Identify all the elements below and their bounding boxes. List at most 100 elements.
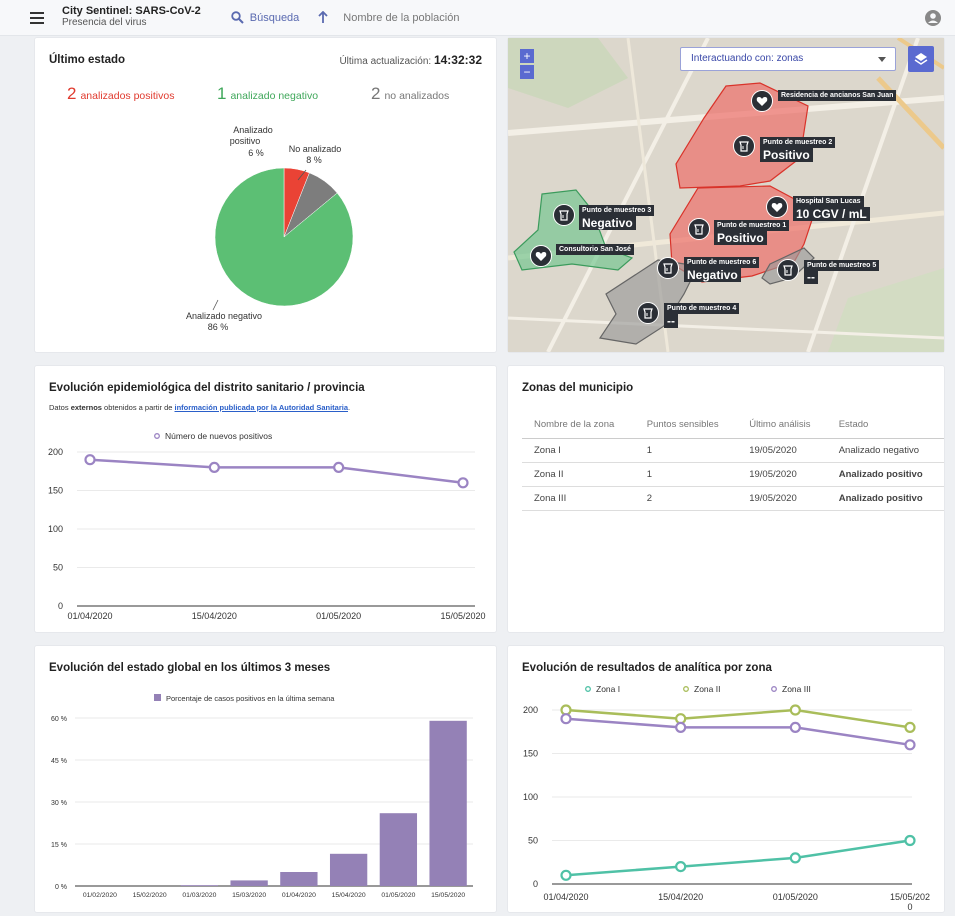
zoom-out-button[interactable]: − bbox=[520, 65, 534, 79]
arrow-up-icon bbox=[318, 11, 328, 23]
col-header-status[interactable]: Estado bbox=[826, 412, 944, 439]
sampling-marker-2[interactable] bbox=[733, 135, 755, 157]
map-card: + − Interactuando con: zonas Residencia … bbox=[508, 38, 944, 352]
bar bbox=[429, 720, 467, 886]
data-point bbox=[789, 721, 801, 734]
epi-line-chart: 0 50 100 150 200 01/04/2020 15/04/2020 01/05/20… bbox=[48, 431, 486, 621]
heart-marker-residencia[interactable] bbox=[751, 90, 773, 112]
x-tick-label: 01/05/2020 bbox=[381, 892, 415, 899]
zone-status: Analizado positivo bbox=[826, 486, 944, 511]
pie-label-positive-1: Analizado bbox=[233, 125, 273, 135]
global-bar-chart: 0 % 15 % 30 % 45 % 60 % 01/02/2020 15/02/2020 0… bbox=[51, 694, 473, 899]
population-selector[interactable]: Nombre de la población bbox=[317, 11, 459, 24]
menu-icon[interactable] bbox=[30, 7, 52, 29]
zones-table: Nombre de la zona Puntos sensibles Últim… bbox=[522, 412, 944, 511]
zone-results-card: Evolución de resultados de analítica por… bbox=[508, 646, 944, 912]
zone-date: 19/05/2020 bbox=[737, 486, 827, 511]
layers-icon bbox=[914, 53, 928, 65]
zones-card: Zonas del municipio Nombre de la zona Pu… bbox=[508, 366, 944, 632]
x-tick-label: 0 bbox=[907, 902, 912, 912]
status-card: Último estado Última actualización: 14:3… bbox=[35, 38, 496, 352]
y-tick-label: 60 % bbox=[51, 716, 67, 723]
app-title-block: City Sentinel: SARS-CoV-2 Presencia del … bbox=[62, 6, 201, 28]
pie-label-positive-2: positivo bbox=[230, 136, 261, 146]
sampling-marker-5[interactable] bbox=[777, 259, 799, 281]
x-tick-label: 01/05/2020 bbox=[316, 611, 361, 621]
data-point bbox=[675, 721, 687, 734]
col-header-zone-name[interactable]: Nombre de la zona bbox=[522, 412, 635, 439]
sampling-marker-4[interactable] bbox=[637, 302, 659, 324]
marker-value: Positivo bbox=[760, 148, 813, 162]
y-tick-label: 100 bbox=[523, 792, 538, 802]
sample-icon bbox=[559, 209, 569, 221]
x-tick-label: 01/02/2020 bbox=[83, 892, 117, 899]
legend-label: Zona II bbox=[694, 684, 720, 694]
x-tick-label: 15/05/2020 bbox=[440, 611, 485, 621]
zone-points: 2 bbox=[634, 486, 738, 511]
y-tick-label: 15 % bbox=[51, 842, 67, 849]
sample-icon bbox=[739, 140, 749, 152]
zone-date: 19/05/2020 bbox=[737, 438, 827, 463]
interaction-select[interactable]: Interactuando con: zonas bbox=[680, 47, 896, 71]
col-header-sensitive-points[interactable]: Puntos sensibles bbox=[634, 412, 738, 439]
x-tick-label: 01/05/2020 bbox=[773, 892, 818, 902]
sampling-marker-3[interactable] bbox=[553, 204, 575, 226]
legend-label: Zona III bbox=[782, 684, 811, 694]
legend-marker bbox=[154, 694, 161, 701]
user-icon[interactable] bbox=[925, 10, 941, 26]
series-line bbox=[565, 708, 911, 729]
x-tick-label: 15/03/2020 bbox=[232, 892, 266, 899]
x-tick-label: 01/04/2020 bbox=[543, 892, 588, 902]
y-tick-label: 50 bbox=[53, 563, 63, 573]
y-tick-label: 50 bbox=[528, 836, 538, 846]
x-tick-label: 15/04/2020 bbox=[332, 892, 366, 899]
marker-value: -- bbox=[664, 314, 678, 328]
marker-label: Punto de muestreo 4 bbox=[664, 303, 740, 314]
data-point bbox=[333, 461, 345, 474]
data-point bbox=[560, 869, 572, 881]
zone-name: Zona III bbox=[522, 486, 635, 511]
data-point bbox=[789, 704, 801, 716]
x-tick-label: 15/04/2020 bbox=[658, 892, 703, 902]
global-card: Evolución del estado global en los últim… bbox=[35, 646, 496, 912]
marker-label: Hospital San Lucas bbox=[793, 196, 864, 207]
sampling-marker-1[interactable] bbox=[688, 218, 710, 240]
zoom-in-button[interactable]: + bbox=[520, 49, 534, 63]
table-row[interactable]: Zona I 1 19/05/2020 Analizado negativo bbox=[522, 438, 944, 463]
status-pie-chart: Analizado positivo 6 % No analizado 8 % … bbox=[186, 125, 354, 332]
x-tick-label: 01/04/2020 bbox=[67, 611, 112, 621]
marker-value: -- bbox=[804, 270, 818, 284]
legend-marker bbox=[683, 686, 689, 692]
search-button[interactable]: Búsqueda bbox=[231, 11, 299, 24]
y-tick-label: 0 % bbox=[55, 884, 67, 891]
bar bbox=[379, 813, 418, 886]
x-tick-label: 15/05/2020 bbox=[431, 892, 465, 899]
zone-status: Analizado positivo bbox=[826, 462, 944, 487]
heart-marker-consultorio[interactable] bbox=[530, 245, 552, 267]
heart-icon bbox=[535, 251, 547, 261]
bar bbox=[230, 880, 268, 886]
marker-value: Negativo bbox=[579, 216, 636, 230]
table-header-row: Nombre de la zona Puntos sensibles Últim… bbox=[522, 412, 944, 439]
y-tick-label: 0 bbox=[533, 879, 538, 889]
zone-name: Zona I bbox=[522, 438, 635, 463]
table-row[interactable]: Zona II 1 19/05/2020 Analizado positivo bbox=[522, 462, 944, 487]
legend-label: Zona I bbox=[596, 684, 620, 694]
data-point bbox=[904, 739, 916, 751]
zone-points: 1 bbox=[634, 438, 738, 463]
zone-date: 19/05/2020 bbox=[737, 462, 827, 487]
pie-label-negative-1: Analizado negativo bbox=[186, 311, 262, 321]
search-icon bbox=[231, 11, 244, 24]
legend-label: Número de nuevos positivos bbox=[165, 431, 272, 441]
marker-label: Punto de muestreo 6 bbox=[684, 257, 760, 268]
sampling-marker-6[interactable] bbox=[657, 257, 679, 279]
data-point bbox=[675, 861, 687, 873]
top-bar: City Sentinel: SARS-CoV-2 Presencia del … bbox=[0, 0, 955, 36]
table-row[interactable]: Zona III 2 19/05/2020 Analizado positivo bbox=[522, 486, 944, 511]
col-header-last-analysis[interactable]: Último análisis bbox=[737, 412, 827, 439]
heart-marker-hospital[interactable] bbox=[766, 196, 788, 218]
marker-label: Residencia de ancianos San Juan bbox=[778, 90, 897, 101]
series-line bbox=[89, 458, 464, 485]
layers-button[interactable] bbox=[908, 46, 934, 72]
marker-label: Punto de muestreo 3 bbox=[579, 205, 655, 216]
